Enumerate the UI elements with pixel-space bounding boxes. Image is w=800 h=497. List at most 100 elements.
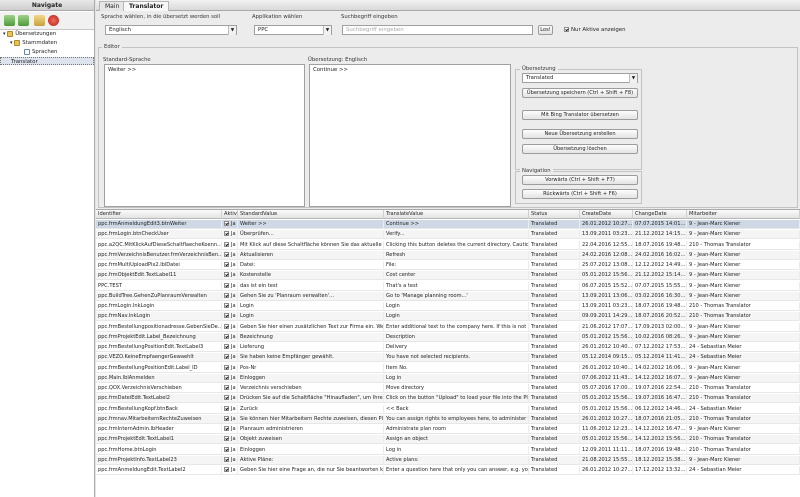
collapse-all-icon[interactable] bbox=[18, 15, 29, 26]
tree-item-sprachen[interactable]: Sprachen bbox=[0, 48, 94, 56]
forward-button[interactable]: Vorwärts (Ctrl + Shift + F7) bbox=[522, 175, 638, 185]
active-checkbox[interactable] bbox=[224, 374, 229, 380]
cell-aktiv[interactable]: Ja bbox=[222, 435, 238, 445]
column-header-changedate[interactable]: ChangeDate bbox=[633, 210, 687, 219]
table-row[interactable]: ppc.frmBestellungPositionEdit.TextLabel3… bbox=[96, 343, 800, 352]
active-checkbox[interactable] bbox=[224, 446, 229, 452]
table-row[interactable]: ppc.frmHome.btnLogin Ja Einloggen Log in Tra… bbox=[96, 445, 800, 455]
table-row[interactable]: ppc.frmAnmeldungEdit.TextLabel2 Ja Geben S… bbox=[96, 466, 800, 475]
table-row[interactable]: ppc.frmLogin.lnkLogin Ja Login Login Transla… bbox=[96, 302, 800, 311]
active-checkbox[interactable] bbox=[224, 303, 229, 308]
cell-aktiv[interactable]: Ja bbox=[222, 230, 238, 240]
cell-aktiv[interactable]: Ja bbox=[222, 271, 238, 281]
cell-aktiv[interactable]: Ja bbox=[222, 322, 238, 332]
active-checkbox[interactable] bbox=[224, 221, 229, 226]
cell-aktiv[interactable]: Ja bbox=[222, 250, 238, 260]
table-row[interactable]: ppc.frmObjektEdit.TextLabel11 Ja Kostenste… bbox=[96, 271, 800, 281]
active-checkbox[interactable] bbox=[224, 405, 229, 411]
cell-aktiv[interactable]: Ja bbox=[222, 291, 238, 301]
tree-item-translator[interactable]: Translator bbox=[0, 57, 94, 65]
active-checkbox[interactable] bbox=[224, 262, 229, 267]
cell-aktiv[interactable]: Ja bbox=[222, 404, 238, 414]
cell-aktiv[interactable]: Ja bbox=[222, 455, 238, 465]
delete-translation-button[interactable]: Übersetzung löschen bbox=[522, 144, 638, 154]
active-checkbox[interactable] bbox=[224, 415, 229, 421]
table-row[interactable]: ppc.frmBestellungKopf.btnBack Ja Zurück << … bbox=[96, 404, 800, 414]
cell-aktiv[interactable]: Ja bbox=[222, 261, 238, 270]
table-row[interactable]: ppc.frmProjektInfo.TextLabel23 Ja Aktive P… bbox=[96, 455, 800, 465]
cell-aktiv[interactable]: Ja bbox=[222, 384, 238, 393]
column-header-identifier[interactable]: Identifier bbox=[96, 210, 222, 219]
cell-aktiv[interactable]: Ja bbox=[222, 302, 238, 311]
active-checkbox[interactable] bbox=[224, 395, 229, 401]
active-checkbox[interactable] bbox=[224, 354, 229, 360]
cell-aktiv[interactable]: Ja bbox=[222, 332, 238, 342]
active-checkbox[interactable] bbox=[224, 272, 229, 278]
active-checkbox[interactable] bbox=[224, 426, 229, 431]
active-checkbox[interactable] bbox=[224, 467, 229, 472]
active-checkbox[interactable] bbox=[224, 292, 229, 298]
target-text-area[interactable]: Continue >> bbox=[309, 64, 511, 207]
status-select[interactable]: Translated ▼ bbox=[522, 73, 638, 83]
table-row[interactable]: ppc.QOX.VerzeichnisVerschieben Ja Verzeich… bbox=[96, 384, 800, 393]
expand-all-icon[interactable] bbox=[4, 15, 15, 26]
column-header-createdate[interactable]: CreateDate bbox=[580, 210, 633, 219]
column-header-aktiv[interactable]: Aktiv bbox=[222, 210, 238, 219]
active-checkbox[interactable] bbox=[224, 282, 229, 288]
tree-item-stammdaten[interactable]: ▾ Stammdaten bbox=[0, 39, 94, 47]
column-header-status[interactable]: Status bbox=[529, 210, 580, 219]
new-translation-button[interactable]: Neue Übersetzung erstellen bbox=[522, 129, 638, 139]
table-row[interactable]: ppc.frmVerzeichnisBenutzer.frmVerzeichni… bbox=[96, 250, 800, 260]
cell-aktiv[interactable]: Ja bbox=[222, 312, 238, 322]
cell-aktiv[interactable]: Ja bbox=[222, 414, 238, 424]
active-checkbox[interactable] bbox=[224, 241, 229, 247]
source-text-area[interactable]: Weiter >> bbox=[104, 64, 305, 207]
application-select[interactable]: PPC ▼ bbox=[254, 25, 332, 35]
active-checkbox[interactable] bbox=[224, 385, 229, 390]
column-header-mitarbeiter[interactable]: Mitarbeiter bbox=[687, 210, 800, 219]
active-checkbox[interactable] bbox=[224, 323, 229, 329]
active-checkbox[interactable] bbox=[224, 456, 229, 462]
active-only-toggle[interactable]: Nur Aktive anzeigen bbox=[564, 27, 626, 33]
language-select[interactable]: Englisch ▼ bbox=[105, 25, 237, 35]
cell-aktiv[interactable]: Ja bbox=[222, 240, 238, 250]
table-row[interactable]: ppc.a2QC.MitKlickAufDieseSchaltflaecheKo… bbox=[96, 240, 800, 250]
save-translation-button[interactable]: Übersetzung speichern (Ctrl + Shift + F8… bbox=[522, 88, 638, 98]
table-row[interactable]: PPC.TEST Ja das ist ein test That's a test T… bbox=[96, 281, 800, 291]
cell-aktiv[interactable]: Ja bbox=[222, 425, 238, 434]
active-checkbox[interactable] bbox=[224, 251, 229, 257]
cell-aktiv[interactable]: Ja bbox=[222, 343, 238, 352]
active-checkbox[interactable] bbox=[224, 364, 229, 370]
table-row[interactable]: ppc.Main.lblAnmelden Ja Einloggen Log in Tra… bbox=[96, 373, 800, 383]
tab-translator[interactable]: Translator bbox=[123, 1, 170, 11]
cell-aktiv[interactable]: Ja bbox=[222, 394, 238, 404]
active-checkbox[interactable] bbox=[224, 344, 229, 349]
table-row[interactable]: ppc.frmProjektEdit.TextLabel1 Ja Objekt zu… bbox=[96, 435, 800, 445]
cell-aktiv[interactable]: Ja bbox=[222, 445, 238, 455]
stop-icon[interactable] bbox=[48, 15, 59, 26]
active-checkbox[interactable] bbox=[224, 436, 229, 442]
table-row[interactable]: ppc.frmProjektEdit.Label_Bezeichnung Ja Be… bbox=[96, 332, 800, 342]
cell-aktiv[interactable]: Ja bbox=[222, 373, 238, 383]
table-row[interactable]: ppc.frmnav.MitarbeiternRechteZuweisen Ja S… bbox=[96, 414, 800, 424]
table-row[interactable]: ppc.frmDateiEdit.TextLabel2 Ja Drücken Sie… bbox=[96, 394, 800, 404]
bing-translate-button[interactable]: Mit Bing Translator übersetzen bbox=[522, 110, 638, 120]
table-row[interactable]: ppc.frmMultiUploadPix2.lblDatei Ja Datei: F… bbox=[96, 261, 800, 270]
table-row[interactable]: ppc.frmInternAdmin.lbHeader Ja Planraum ad… bbox=[96, 425, 800, 434]
table-row[interactable]: ppc.frmBestellungPositionEdit.Label_ID Ja… bbox=[96, 363, 800, 373]
column-header-standardvalue[interactable]: StandardValue bbox=[238, 210, 384, 219]
active-checkbox[interactable] bbox=[224, 333, 229, 339]
cell-aktiv[interactable]: Ja bbox=[222, 220, 238, 229]
table-row[interactable]: ppc.frmAnmeldungEdit3.btnWeiter Ja Weiter … bbox=[96, 220, 800, 229]
cell-aktiv[interactable]: Ja bbox=[222, 466, 238, 475]
tab-main[interactable]: Main bbox=[99, 1, 126, 11]
cell-aktiv[interactable]: Ja bbox=[222, 353, 238, 363]
table-row[interactable]: ppc.frmLogin.btnCheckUser Ja Überprüfen...… bbox=[96, 230, 800, 240]
search-input[interactable]: Suchbegriff eingeben bbox=[342, 25, 533, 35]
backward-button[interactable]: Rückwärts (Ctrl + Shift + F6) bbox=[522, 189, 638, 199]
table-row[interactable]: ppc.BuildTree.GehenZuPlanraumVerwalten Ja… bbox=[96, 291, 800, 301]
refresh-icon[interactable] bbox=[34, 15, 45, 26]
tree-item-uebersetzungen[interactable]: ▾ Übersetzungen bbox=[0, 30, 94, 38]
search-button[interactable]: Los! bbox=[538, 25, 553, 35]
active-checkbox[interactable] bbox=[224, 313, 229, 319]
